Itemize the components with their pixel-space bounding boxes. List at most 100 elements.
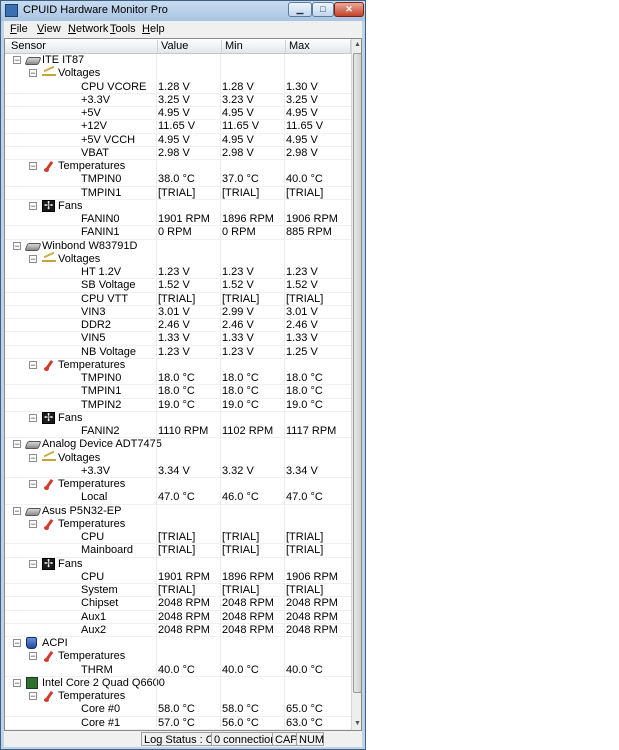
collapse-toggle-icon[interactable]: − (13, 506, 21, 515)
sensor-row[interactable]: Mainboard [TRIAL] [TRIAL] [TRIAL] (5, 544, 351, 558)
vertical-scrollbar[interactable]: ▲ ▼ (351, 39, 361, 730)
sensor-row[interactable]: NB Voltage 1.23 V 1.23 V 1.25 V (5, 346, 351, 359)
sensor-group-node[interactable]: − Temperatures (5, 650, 351, 663)
sensor-row[interactable]: CPU VCORE 1.28 V 1.28 V 1.30 V (5, 81, 351, 94)
sensor-max: 18.0 °C (286, 385, 323, 398)
sensor-row[interactable]: Aux2 2048 RPM 2048 RPM 2048 RPM (5, 624, 351, 637)
sensor-row[interactable]: System [TRIAL] [TRIAL] [TRIAL] (5, 584, 351, 598)
sensor-row[interactable]: TMPIN2 19.0 °C 19.0 °C 19.0 °C (5, 399, 351, 412)
device-node[interactable]: − ITE IT87 (5, 54, 351, 67)
sensor-group-node[interactable]: − Temperatures (5, 518, 351, 531)
sensor-row[interactable]: FANIN2 1110 RPM 1102 RPM 1117 RPM (5, 425, 351, 439)
collapse-toggle-icon[interactable]: − (29, 559, 37, 568)
title-bar[interactable]: CPUID Hardware Monitor Pro ▁ □ ✕ (1, 1, 365, 21)
sensor-row[interactable]: SB Voltage 1.52 V 1.52 V 1.52 V (5, 279, 351, 293)
collapse-toggle-icon[interactable]: − (13, 56, 21, 65)
device-node[interactable]: − Winbond W83791D (5, 240, 351, 253)
collapse-toggle-icon[interactable]: − (13, 678, 21, 687)
voltage-icon (42, 254, 56, 262)
device-node[interactable]: − Asus P5N32-EP (5, 505, 351, 518)
sensor-row[interactable]: HT 1.2V 1.23 V 1.23 V 1.23 V (5, 266, 351, 280)
sensor-label: HT 1.2V (81, 266, 122, 278)
sensor-row[interactable]: FANIN1 0 RPM 0 RPM 885 RPM (5, 226, 351, 240)
sensor-group-node[interactable]: − Temperatures (5, 478, 351, 491)
collapse-toggle-icon[interactable]: − (13, 440, 21, 449)
sensor-group-node[interactable]: − Voltages (5, 67, 351, 80)
sensor-row[interactable]: CPU VTT [TRIAL] [TRIAL] [TRIAL] (5, 293, 351, 306)
sensor-row[interactable]: VIN5 1.33 V 1.33 V 1.33 V (5, 332, 351, 346)
close-button[interactable]: ✕ (334, 2, 364, 17)
sensor-group-node[interactable]: − Temperatures (5, 160, 351, 173)
menu-view[interactable]: View (37, 23, 61, 35)
sensor-label: TMPIN0 (81, 173, 122, 186)
collapse-toggle-icon[interactable]: − (29, 519, 37, 528)
collapse-toggle-icon[interactable]: − (29, 692, 37, 701)
scroll-down-icon[interactable]: ▼ (352, 718, 361, 730)
sensor-label: TMPIN0 (81, 372, 122, 384)
sensor-row[interactable]: +3.3V 3.25 V 3.23 V 3.25 V (5, 94, 351, 107)
sensor-row[interactable]: DDR2 2.46 V 2.46 V 2.46 V (5, 319, 351, 333)
sensor-row[interactable]: TMPIN0 18.0 °C 18.0 °C 18.0 °C (5, 372, 351, 386)
collapse-toggle-icon[interactable]: − (29, 480, 37, 489)
sensor-row[interactable]: +12V 11.65 V 11.65 V 11.65 V (5, 120, 351, 134)
sensor-max: 19.0 °C (286, 398, 323, 411)
sensor-label: VBAT (81, 146, 109, 159)
scroll-thumb[interactable] (353, 53, 361, 693)
scroll-up-icon[interactable]: ▲ (352, 39, 361, 51)
column-min[interactable]: Min (222, 40, 286, 53)
sensor-row[interactable]: +5V 4.95 V 4.95 V 4.95 V (5, 107, 351, 121)
sensor-group-node[interactable]: − Voltages (5, 253, 351, 266)
collapse-toggle-icon[interactable]: − (29, 201, 37, 210)
sensor-value: 3.34 V (158, 464, 190, 477)
sensor-row[interactable]: FANIN0 1901 RPM 1896 RPM 1906 RPM (5, 213, 351, 227)
sensor-group-node[interactable]: − Fans (5, 199, 351, 213)
sensor-group-node[interactable]: − Fans (5, 557, 351, 571)
sensor-row[interactable]: VIN3 3.01 V 2.99 V 3.01 V (5, 306, 351, 319)
device-node[interactable]: − ACPI (5, 637, 351, 650)
cpu-icon (26, 676, 38, 689)
sensor-row[interactable]: TMPIN0 38.0 °C 37.0 °C 40.0 °C (5, 173, 351, 187)
sensor-value: 2048 RPM (158, 597, 210, 610)
sensor-row[interactable]: +3.3V 3.34 V 3.32 V 3.34 V (5, 465, 351, 478)
menu-help[interactable]: Help (142, 23, 165, 35)
column-sensor[interactable]: Sensor (8, 40, 158, 53)
sensor-row[interactable]: Core #0 58.0 °C 58.0 °C 65.0 °C (5, 703, 351, 717)
sensor-group-node[interactable]: − Voltages (5, 452, 351, 465)
sensor-label: Local (81, 491, 108, 504)
collapse-toggle-icon[interactable]: − (13, 639, 21, 648)
maximize-button[interactable]: □ (312, 2, 334, 17)
sensor-row[interactable]: THRM 40.0 °C 40.0 °C 40.0 °C (5, 664, 351, 677)
device-node[interactable]: − Analog Device ADT7475 (5, 438, 351, 451)
sensor-row[interactable]: TMPIN1 [TRIAL] [TRIAL] [TRIAL] (5, 187, 351, 200)
menu-tools[interactable]: Tools (110, 23, 136, 35)
sensor-row[interactable]: +5V VCCH 4.95 V 4.95 V 4.95 V (5, 134, 351, 147)
column-value[interactable]: Value (158, 40, 222, 53)
collapse-toggle-icon[interactable]: − (29, 453, 37, 462)
sensor-row[interactable]: CPU 1901 RPM 1896 RPM 1906 RPM (5, 571, 351, 584)
sensor-row[interactable]: Aux1 2048 RPM 2048 RPM 2048 RPM (5, 611, 351, 624)
collapse-toggle-icon[interactable]: − (29, 413, 37, 422)
minimize-button[interactable]: ▁ (288, 2, 312, 17)
sensor-row[interactable]: Chipset 2048 RPM 2048 RPM 2048 RPM (5, 597, 351, 611)
collapse-toggle-icon[interactable]: − (29, 360, 37, 369)
column-max[interactable]: Max (286, 40, 351, 53)
collapse-toggle-icon[interactable]: − (29, 652, 37, 661)
sensor-group-node[interactable]: − Temperatures (5, 690, 351, 703)
collapse-toggle-icon[interactable]: − (29, 69, 37, 78)
sensor-row[interactable]: TMPIN1 18.0 °C 18.0 °C 18.0 °C (5, 385, 351, 399)
group-label: Temperatures (58, 650, 126, 663)
sensor-row[interactable]: Core #1 57.0 °C 56.0 °C 63.0 °C (5, 717, 351, 730)
menu-network[interactable]: Network (68, 23, 108, 35)
collapse-toggle-icon[interactable]: − (29, 162, 37, 171)
collapse-toggle-icon[interactable]: − (29, 254, 37, 263)
sensor-tree-view[interactable]: Sensor Value Min Max − ITE IT87− Voltages C… (4, 38, 362, 731)
device-node[interactable]: − Intel Core 2 Quad Q6600 (5, 676, 351, 690)
menu-file[interactable]: File (10, 23, 28, 35)
sensor-group-node[interactable]: − Fans (5, 411, 351, 425)
sensor-row[interactable]: Local 47.0 °C 46.0 °C 47.0 °C (5, 491, 351, 505)
sensor-label: TMPIN1 (81, 186, 122, 199)
sensor-row[interactable]: VBAT 2.98 V 2.98 V 2.98 V (5, 147, 351, 160)
collapse-toggle-icon[interactable]: − (13, 241, 21, 250)
sensor-row[interactable]: CPU [TRIAL] [TRIAL] [TRIAL] (5, 531, 351, 545)
sensor-group-node[interactable]: − Temperatures (5, 359, 351, 372)
